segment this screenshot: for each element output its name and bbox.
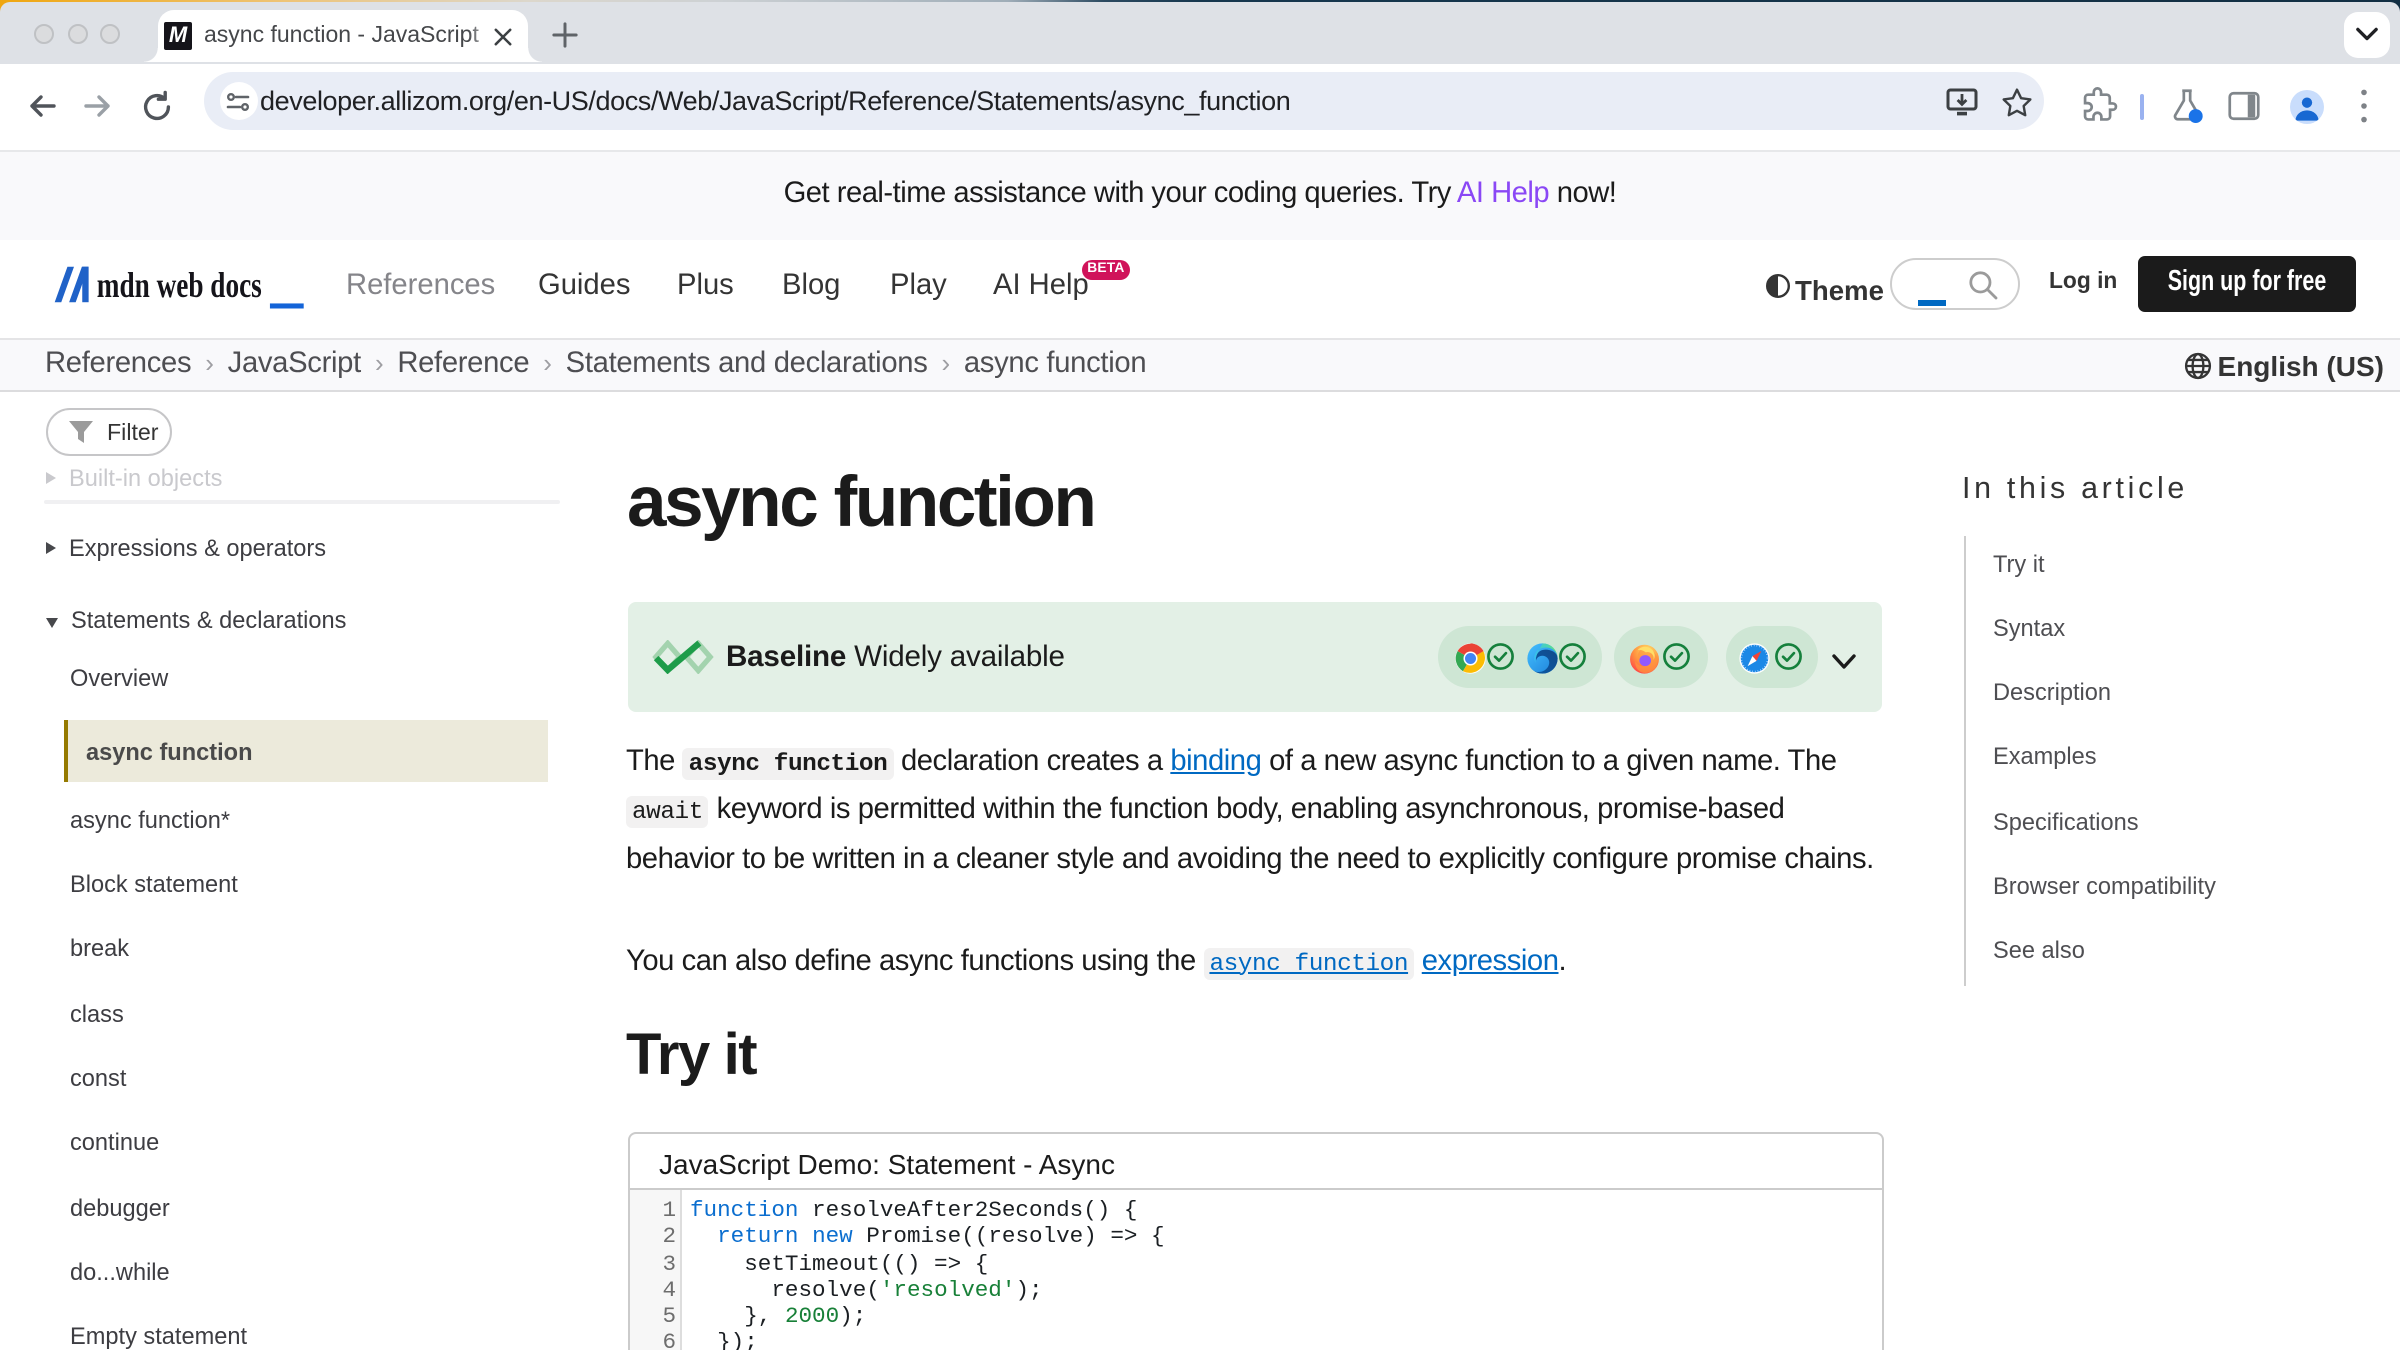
svg-text:mdn web docs: mdn web docs	[97, 265, 262, 305]
